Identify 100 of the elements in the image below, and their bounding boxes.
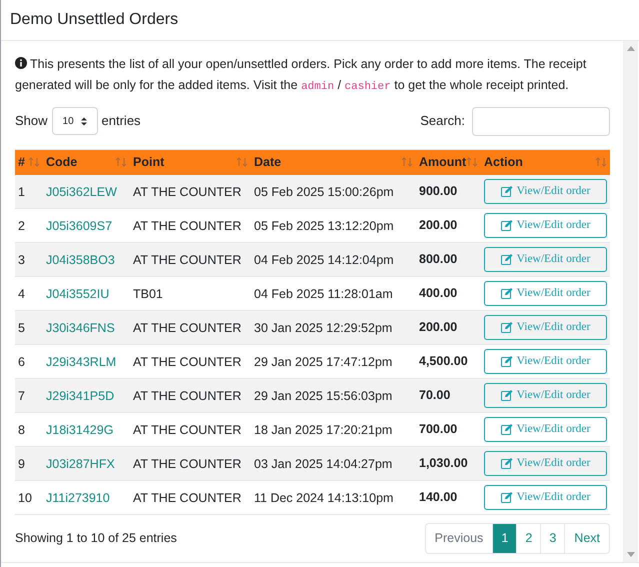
view-edit-button[interactable]: View/Edit order (484, 315, 607, 340)
row-number: 5 (18, 321, 25, 335)
info-icon (15, 57, 27, 69)
date-cell: 11 Dec 2024 14:13:10pm (254, 491, 394, 505)
order-code-link[interactable]: J03i287HFX (46, 457, 115, 471)
row-number: 4 (18, 287, 25, 301)
scroll-down-icon[interactable] (626, 552, 634, 557)
column-header[interactable]: Amount (419, 152, 466, 172)
view-edit-button[interactable]: View/Edit order (484, 349, 607, 374)
row-number: 10 (18, 491, 32, 505)
date-cell: 05 Feb 2025 15:00:26pm (254, 184, 394, 198)
point-cell: AT THE COUNTER (133, 321, 242, 335)
amount-cell: 4,500.00 (419, 354, 468, 368)
amount-cell: 70.00 (419, 388, 450, 402)
view-edit-button[interactable]: View/Edit order (484, 451, 607, 476)
view-edit-button[interactable]: View/Edit order (484, 383, 607, 408)
order-code-link[interactable]: J04i3552IU (46, 287, 110, 301)
view-edit-button[interactable]: View/Edit order (484, 417, 607, 442)
column-header[interactable]: Date (254, 152, 282, 172)
row-number: 3 (18, 253, 25, 267)
edit-icon (500, 220, 513, 231)
show-label: Show (15, 112, 48, 130)
point-cell: AT THE COUNTER (133, 184, 242, 198)
pagination-button[interactable]: 2 (516, 523, 542, 554)
amount-cell: 140.00 (419, 490, 458, 504)
pagination-button[interactable]: 1 (492, 523, 518, 554)
scroll-up-icon[interactable] (626, 46, 634, 51)
amount-cell: 400.00 (419, 286, 458, 300)
amount-cell: 200.00 (419, 320, 458, 334)
row-number: 6 (18, 355, 25, 369)
cashier-link[interactable]: cashier (344, 81, 391, 93)
date-cell: 04 Feb 2025 14:12:04pm (254, 253, 394, 267)
amount-cell: 900.00 (419, 184, 458, 198)
point-cell: AT THE COUNTER (133, 253, 242, 267)
order-code-link[interactable]: J04i358BO3 (46, 253, 115, 267)
entries-label: entries (102, 112, 141, 130)
edit-icon (500, 322, 513, 333)
date-cell: 29 Jan 2025 17:47:12pm (254, 355, 392, 369)
table-info: Showing 1 to 10 of 25 entries (15, 530, 177, 548)
date-cell: 03 Jan 2025 14:04:27pm (254, 457, 392, 471)
date-cell: 05 Feb 2025 13:12:20pm (254, 219, 394, 233)
point-cell: TB01 (133, 287, 163, 301)
column-header[interactable]: # (18, 152, 25, 172)
edit-icon (500, 390, 513, 401)
edit-icon (500, 288, 513, 299)
order-code-link[interactable]: J29i343RLM (46, 355, 116, 369)
scrollbar[interactable] (623, 41, 638, 562)
edit-icon (500, 186, 513, 197)
amount-cell: 200.00 (419, 218, 458, 232)
point-cell: AT THE COUNTER (133, 423, 242, 437)
order-code-link[interactable]: J30i346FNS (46, 321, 115, 335)
amount-cell: 800.00 (419, 252, 458, 266)
order-code-link[interactable]: J05i362LEW (46, 184, 117, 198)
order-code-link[interactable]: J05i3609S7 (46, 219, 112, 233)
row-number: 2 (18, 219, 25, 233)
view-edit-button[interactable]: View/Edit order (484, 213, 607, 238)
sort-icon (466, 157, 478, 168)
sort-icon (236, 157, 248, 168)
order-code-link[interactable]: J29i341P5D (46, 389, 114, 403)
edit-icon (500, 254, 513, 265)
column-header[interactable]: Action (484, 152, 523, 172)
column-header[interactable]: Code (46, 152, 78, 172)
row-number: 9 (18, 457, 25, 471)
sort-icon (595, 157, 607, 168)
point-cell: AT THE COUNTER (133, 389, 242, 403)
point-cell: AT THE COUNTER (133, 491, 242, 505)
pagination-button[interactable]: Next (564, 523, 610, 554)
edit-icon (500, 356, 513, 367)
point-cell: AT THE COUNTER (133, 355, 242, 369)
row-number: 7 (18, 389, 25, 403)
column-header[interactable]: Point (133, 152, 164, 172)
point-cell: AT THE COUNTER (133, 219, 242, 233)
entries-select[interactable]: 10 (52, 107, 98, 135)
sort-icon (401, 157, 413, 168)
info-notice: This presents the list of all your open/unsettled orders. Pick any order to add more items. The receipt generated will be only for the added items. Visit the admin / cashier to get the whole receipt printed. (15, 56, 588, 95)
date-cell: 18 Jan 2025 17:20:21pm (254, 423, 392, 437)
order-code-link[interactable]: J18i31429G (46, 423, 114, 437)
edit-icon (500, 424, 513, 435)
amount-cell: 700.00 (419, 422, 458, 436)
sort-icon (115, 157, 127, 168)
view-edit-button[interactable]: View/Edit order (484, 178, 607, 204)
admin-link[interactable]: admin (301, 81, 334, 93)
search-field[interactable] (472, 106, 610, 136)
view-edit-button[interactable]: View/Edit order (484, 281, 607, 306)
edit-icon (500, 492, 513, 503)
view-edit-button[interactable]: View/Edit order (484, 485, 607, 510)
row-number: 1 (18, 184, 25, 198)
view-edit-button[interactable]: View/Edit order (484, 247, 607, 272)
date-cell: 29 Jan 2025 15:56:03pm (254, 389, 392, 403)
dialog-title: Demo Unsettled Orders (10, 10, 178, 30)
date-cell: 30 Jan 2025 12:29:52pm (254, 321, 392, 335)
amount-cell: 1,030.00 (419, 456, 468, 470)
date-cell: 04 Feb 2025 11:28:01am (254, 287, 393, 301)
sort-icon (28, 157, 40, 168)
search-label: Search: (420, 112, 465, 130)
edit-icon (500, 458, 513, 469)
point-cell: AT THE COUNTER (133, 457, 242, 471)
pagination-button[interactable]: 3 (540, 523, 566, 554)
row-number: 8 (18, 423, 25, 437)
order-code-link[interactable]: J11i273910 (46, 491, 110, 505)
